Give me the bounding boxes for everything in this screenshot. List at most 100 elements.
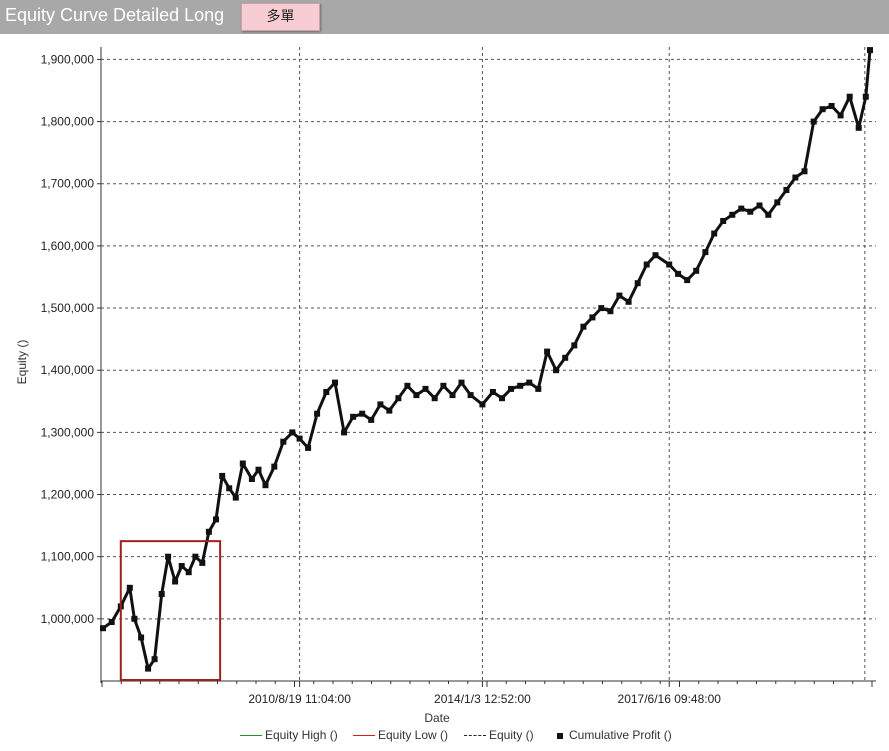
- cumulative-profit-point: [562, 354, 569, 361]
- cumulative-profit-point: [377, 401, 384, 408]
- cumulative-profit-point: [350, 413, 357, 420]
- cumulative-profit-point: [458, 379, 465, 386]
- cumulative-profit-point: [598, 305, 605, 312]
- legend-swatch-equity-low: [353, 735, 375, 737]
- axes: 1,000,000 1,100,000 1,200,000 1,300,000 1,40…: [41, 47, 876, 706]
- cumulative-profit-point: [138, 634, 145, 641]
- cumulative-profit-point: [499, 395, 505, 402]
- cumulative-profit-point: [314, 410, 321, 417]
- cumulative-profit-point: [855, 124, 862, 131]
- cumulative-profit-point: [185, 569, 192, 576]
- cumulative-profit-point: [413, 392, 420, 399]
- y-tick-label: 1,300,000: [41, 425, 95, 439]
- cumulative-profit-point: [589, 314, 596, 321]
- cumulative-profit-point: [693, 267, 700, 274]
- legend-swatch-equity-high: [240, 735, 262, 737]
- cumulative-profit-point: [675, 270, 682, 277]
- cumulative-profit-point: [289, 429, 296, 436]
- cumulative-profit-point: [517, 382, 524, 389]
- cumulative-profit-point: [747, 208, 754, 215]
- cumulative-profit-point: [368, 416, 375, 423]
- legend-swatch-equity: [464, 735, 486, 737]
- legend: Equity High () Equity Low () Equity () C…: [240, 728, 710, 746]
- x-tick-label: 2014/1/3 12:52:00: [434, 692, 531, 706]
- cumulative-profit-point: [867, 47, 873, 54]
- cumulative-profit-point: [239, 460, 246, 467]
- cumulative-profit-point: [801, 168, 808, 175]
- cumulative-profit-point: [828, 103, 835, 109]
- cumulative-profit-point: [449, 392, 456, 399]
- cumulative-profit-point: [262, 482, 269, 489]
- cumulative-profit-point: [489, 389, 496, 395]
- cumulative-profit-point: [248, 476, 255, 482]
- cumulative-profit-point: [607, 308, 614, 315]
- cumulative-profit-point: [571, 342, 578, 349]
- y-tick-label: 1,800,000: [41, 115, 95, 129]
- cumulative-profit-point: [720, 218, 727, 224]
- legend-swatch-cumulative-profit: [557, 732, 563, 739]
- cumulative-profit-point: [783, 187, 790, 193]
- plot-area: [100, 47, 873, 672]
- cumulative-profit-point: [756, 202, 763, 209]
- y-tick-label: 1,500,000: [41, 301, 95, 315]
- cumulative-profit-point: [305, 444, 312, 451]
- cumulative-profit-point: [158, 591, 165, 597]
- cumulative-profit-point: [702, 249, 709, 256]
- legend-item-equity: Equity (): [464, 728, 534, 742]
- x-tick-label: 2010/8/19 11:04:00: [248, 692, 351, 706]
- cumulative-profit-point: [526, 379, 533, 386]
- cumulative-profit-point: [765, 211, 772, 218]
- legend-label-equity: Equity (): [489, 728, 534, 742]
- cumulative-profit-point: [271, 463, 278, 470]
- cumulative-profit-point: [422, 385, 429, 392]
- cumulative-profit-point: [837, 112, 844, 119]
- y-axis-label: Equity (): [15, 340, 29, 385]
- cumulative-profit-point: [232, 494, 239, 501]
- cumulative-profit-point: [219, 472, 226, 479]
- cumulative-profit-point: [226, 485, 233, 492]
- cumulative-profit-point: [255, 466, 262, 473]
- cumulative-profit-point: [359, 410, 366, 417]
- cumulative-profit-point: [296, 435, 303, 442]
- cumulative-profit-point: [205, 528, 212, 535]
- cumulative-profit-point: [431, 395, 438, 402]
- equity-chart: 1,000,000 1,100,000 1,200,000 1,300,000 1,40…: [15, 47, 876, 725]
- cumulative-profit-point: [553, 367, 560, 374]
- cumulative-profit-point: [846, 93, 853, 100]
- cumulative-profit-point: [192, 553, 199, 560]
- legend-label-cumulative-profit: Cumulative Profit (): [569, 728, 672, 742]
- cumulative-profit-point: [792, 174, 799, 181]
- y-tick-label: 1,400,000: [41, 363, 95, 377]
- cumulative-profit-point: [280, 438, 287, 445]
- y-tick-label: 1,000,000: [41, 612, 95, 626]
- y-tick-label: 1,200,000: [41, 488, 95, 502]
- cumulative-profit-point: [131, 615, 138, 622]
- x-tick-label: 2017/6/16 09:48:00: [618, 692, 722, 706]
- legend-item-equity-high: Equity High (): [240, 728, 338, 742]
- cumulative-profit-line: [102, 49, 872, 671]
- cumulative-profit-point: [774, 199, 781, 206]
- legend-label-equity-high: Equity High (): [265, 728, 338, 742]
- cumulative-profit-point: [404, 382, 411, 389]
- cumulative-profit-point: [386, 407, 393, 414]
- cumulative-profit-point: [535, 385, 542, 392]
- y-tick-label: 1,700,000: [41, 177, 95, 191]
- y-tick-label: 1,900,000: [41, 52, 95, 66]
- cumulative-profit-point: [634, 280, 641, 287]
- cumulative-profit-point: [643, 261, 650, 268]
- cumulative-profit-point: [100, 625, 106, 632]
- cumulative-profit-point: [323, 389, 330, 395]
- cumulative-profit-point: [819, 106, 826, 113]
- cumulative-profit-point: [508, 385, 514, 392]
- cumulative-profit-point: [711, 230, 718, 237]
- cumulative-profit-point: [395, 395, 402, 402]
- legend-item-cumulative-profit: Cumulative Profit (): [555, 728, 672, 742]
- cumulative-profit-point: [108, 619, 115, 625]
- legend-label-equity-low: Equity Low (): [378, 728, 449, 742]
- cumulative-profit-point: [467, 392, 474, 399]
- cumulative-profit-point: [126, 584, 133, 591]
- cumulative-profit-point: [151, 656, 158, 663]
- cumulative-profit-point: [625, 298, 632, 305]
- cumulative-profit-point: [341, 429, 348, 436]
- cumulative-profit-point: [666, 261, 673, 268]
